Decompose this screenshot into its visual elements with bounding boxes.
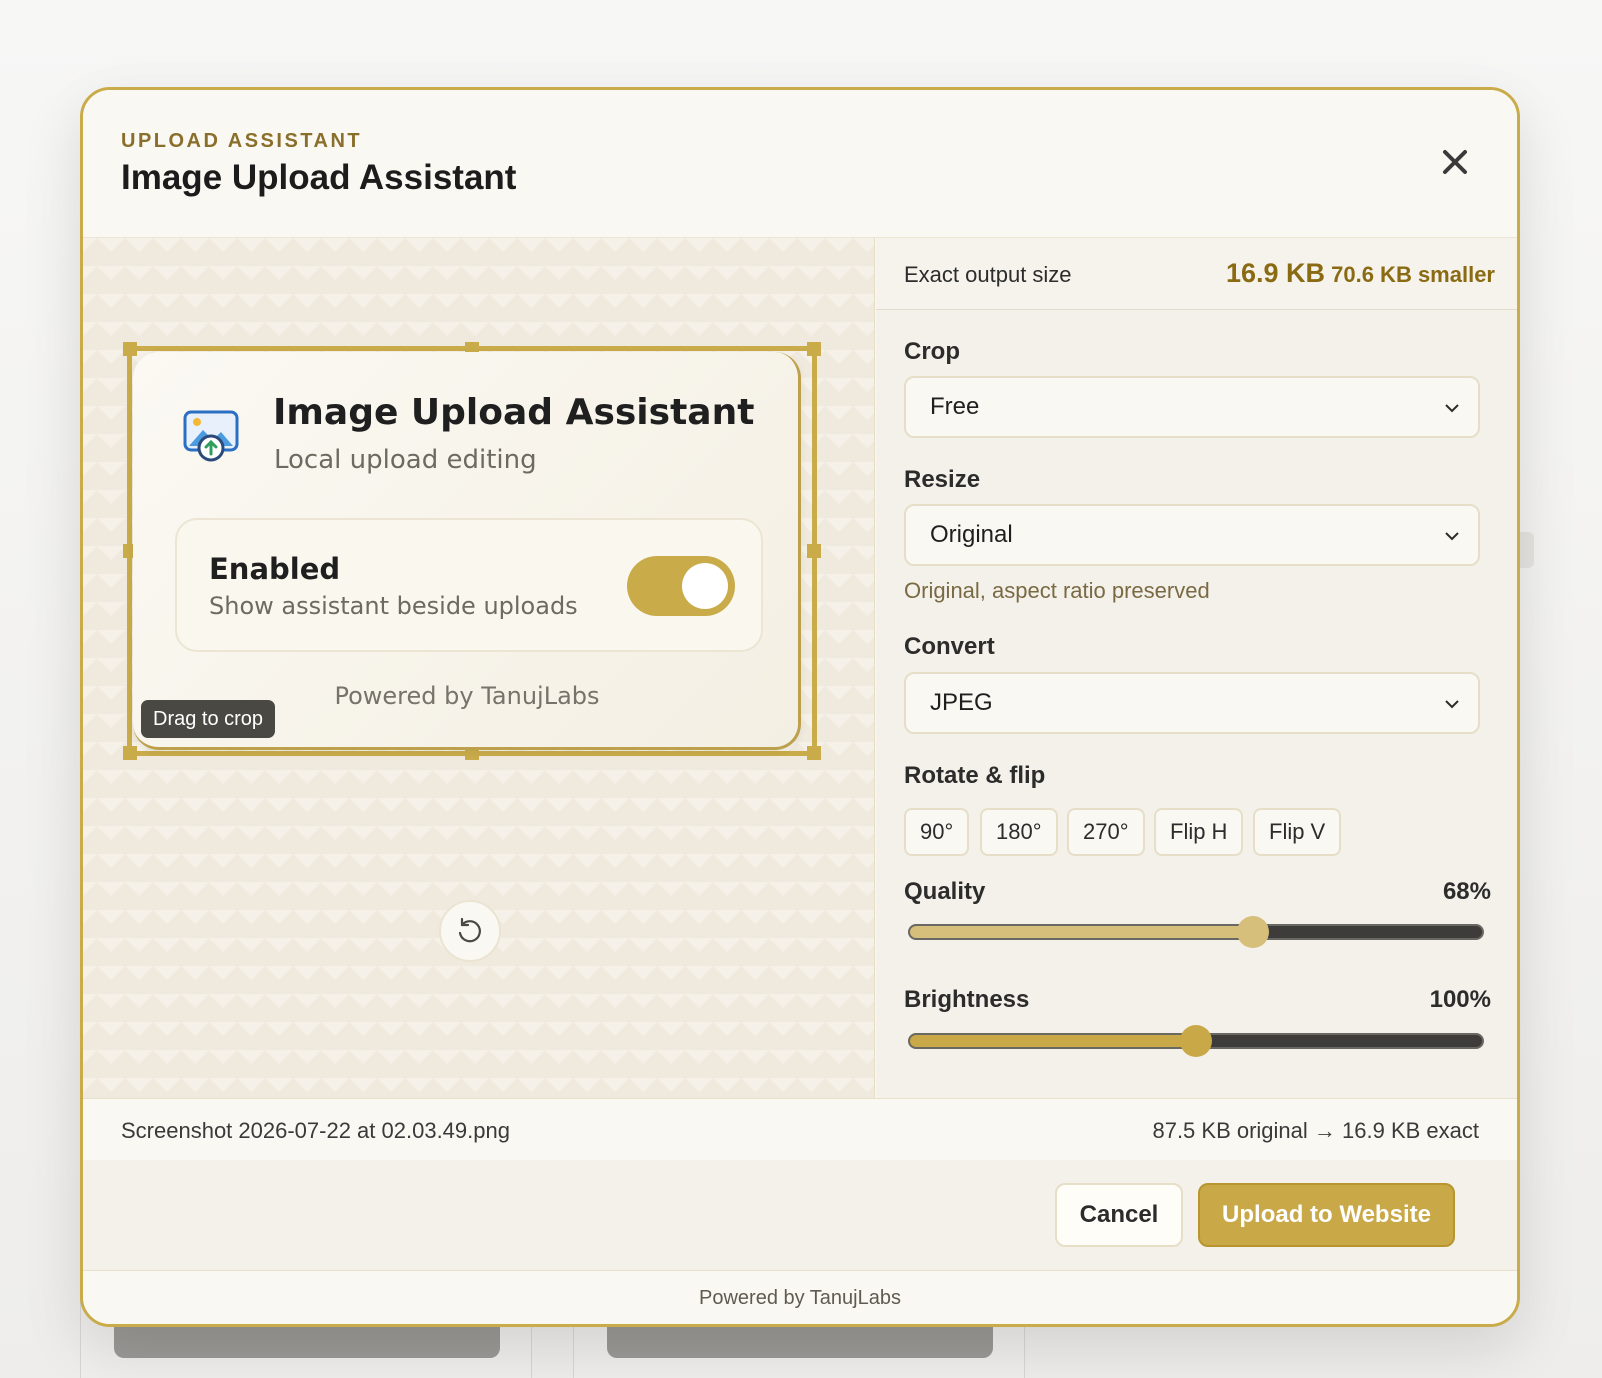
cancel-button[interactable]: Cancel [1055,1183,1183,1247]
reset-button[interactable] [439,900,501,962]
modal-actions: Cancel Upload to Website [83,1160,1517,1270]
close-icon [1443,150,1467,174]
chevron-down-icon [1445,404,1459,413]
crop-handle-top-right[interactable] [807,342,821,356]
brightness-value: 100% [1429,986,1491,1013]
image-upload-icon [183,410,239,462]
upload-assistant-modal: UPLOAD ASSISTANT Image Upload Assistant [80,87,1520,1327]
rotate-270-button[interactable]: 270° [1067,808,1145,856]
preview-toggle [627,556,735,616]
crop-select-value: Free [930,393,980,420]
preview-toggle-box: Enabled Show assistant beside uploads [175,518,763,652]
crop-select[interactable]: Free [904,376,1480,438]
convert-label: Convert [904,633,995,660]
preview-toggle-title: Enabled [209,552,341,586]
brightness-slider-fill [910,1035,1196,1047]
output-size-value: 16.9 KB 70.6 KB smaller [1226,258,1495,289]
image-preview: Image Upload Assistant Local upload edit… [83,238,875,1098]
modal-eyebrow: UPLOAD ASSISTANT [121,130,363,152]
brightness-slider[interactable] [908,1025,1484,1057]
quality-slider-thumb[interactable] [1237,916,1270,948]
flip-horizontal-button[interactable]: Flip H [1154,808,1244,856]
modal-footer-powered: Powered by TanujLabs [83,1270,1517,1324]
file-size-summary: 87.5 KB original → 16.9 KB exact [1152,1118,1479,1143]
convert-select-value: JPEG [930,689,993,716]
preview-image-card: Image Upload Assistant Local upload edit… [133,352,801,750]
quality-slider[interactable] [908,916,1484,948]
resize-select[interactable]: Original [904,504,1480,566]
resize-select-value: Original [930,521,1013,548]
crop-handle-bottom-left[interactable] [123,746,137,760]
crop-handle-top-left[interactable] [123,342,137,356]
toggle-knob [682,563,728,609]
crop-label: Crop [904,338,960,365]
file-name: Screenshot 2026-07-22 at 02.03.49.png [121,1118,510,1143]
upload-to-website-button[interactable]: Upload to Website [1198,1183,1455,1247]
close-button[interactable] [1433,140,1477,184]
crop-handle-right[interactable] [807,544,821,558]
file-info-bar: Screenshot 2026-07-22 at 02.03.49.png 87… [83,1098,1517,1160]
rotate-flip-label: Rotate & flip [904,762,1046,789]
resize-hint: Original, aspect ratio preserved [904,578,1210,603]
output-size-number: 16.9 KB [1225,258,1325,288]
preview-card-title: Image Upload Assistant [273,392,755,433]
preview-card-subtitle: Local upload editing [274,445,537,475]
convert-select[interactable]: JPEG [904,672,1480,734]
rotate-90-button[interactable]: 90° [904,808,970,856]
modal-title: Image Upload Assistant [121,158,517,197]
drag-to-crop-hint: Drag to crop [141,700,276,738]
output-size-label: Exact output size [904,262,1072,287]
rotate-180-button[interactable]: 180° [980,808,1058,856]
flip-vertical-button[interactable]: Flip V [1253,808,1342,856]
modal-header: UPLOAD ASSISTANT Image Upload Assistant [83,90,1517,238]
quality-value: 68% [1442,878,1491,905]
settings-panel: Exact output size 16.9 KB 70.6 KB smalle… [876,238,1517,1098]
reset-rotate-icon [458,917,481,943]
chevron-down-icon [1445,532,1459,541]
output-size-row: Exact output size 16.9 KB 70.6 KB smalle… [876,238,1517,310]
brightness-slider-thumb[interactable] [1180,1025,1212,1057]
resize-label: Resize [904,466,981,493]
crop-handle-bottom-right[interactable] [807,746,821,760]
quality-label: Quality [904,878,986,905]
brightness-label: Brightness [904,986,1030,1013]
preview-toggle-subtitle: Show assistant beside uploads [209,592,578,620]
output-size-delta: 70.6 KB smaller [1331,262,1495,287]
quality-slider-fill [910,926,1254,938]
chevron-down-icon [1445,700,1459,709]
